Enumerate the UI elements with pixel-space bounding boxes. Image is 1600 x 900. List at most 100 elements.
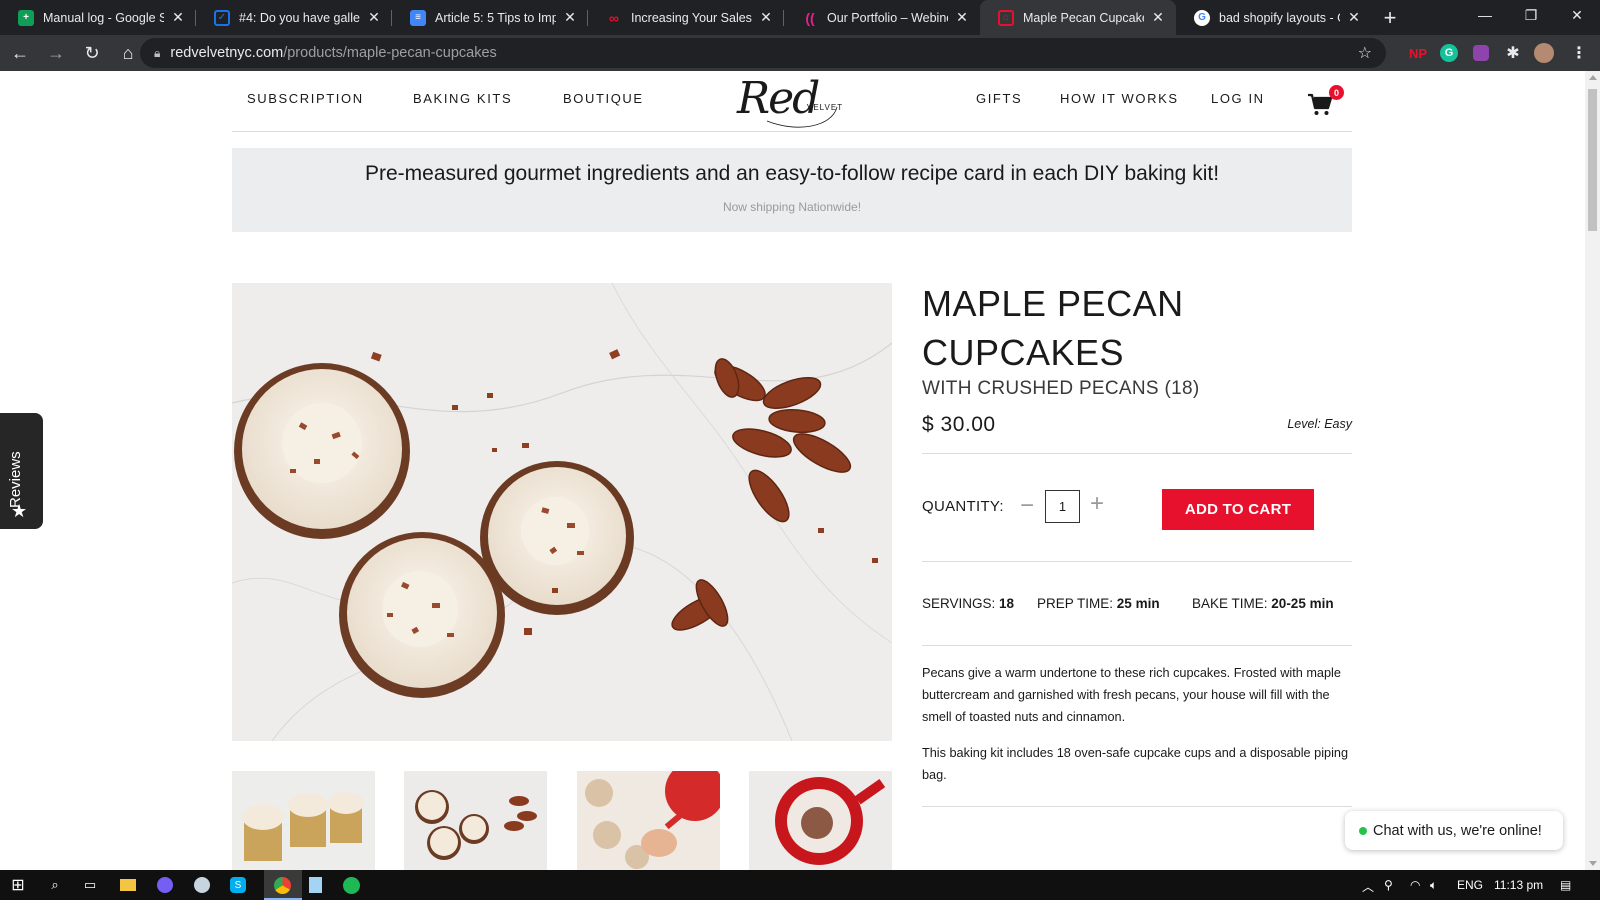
wifi-icon[interactable]: ◠ <box>1410 878 1420 892</box>
close-window-icon[interactable]: ✕ <box>1554 0 1600 30</box>
reviews-label: Reviews <box>7 451 24 508</box>
quantity-increase-button[interactable]: + <box>1090 490 1104 518</box>
bake-value: 20-25 min <box>1271 596 1334 611</box>
nav-subscription[interactable]: SUBSCRIPTION <box>247 91 364 106</box>
browser-tab[interactable]: ✓ #4: Do you have gallery ordering ✕ <box>196 0 392 35</box>
close-tab-icon[interactable]: ✕ <box>366 9 382 26</box>
browser-tab-active[interactable]: ⌂ Maple Pecan Cupcakes – Red Velvet ✕ <box>980 0 1176 35</box>
scrollbar-thumb[interactable] <box>1588 89 1597 231</box>
action-center-icon[interactable]: ▤ <box>1560 878 1571 892</box>
nav-how-it-works[interactable]: HOW IT WORKS <box>1060 91 1179 106</box>
sheets-icon: + <box>18 9 34 26</box>
minimize-icon[interactable]: — <box>1462 0 1508 30</box>
close-tab-icon[interactable]: ✕ <box>170 9 186 26</box>
url-path: /products/maple-pecan-cupcakes <box>283 45 497 61</box>
google-icon: G <box>1194 9 1210 26</box>
window-controls: — ❐ ✕ <box>1462 0 1600 30</box>
nav-baking-kits[interactable]: BAKING KITS <box>413 91 512 106</box>
browser-tab-bar: + Manual log - Google Sheets ✕ ✓ #4: Do … <box>0 0 1600 35</box>
web-page: SUBSCRIPTION BAKING KITS BOUTIQUE Red VE… <box>0 71 1585 870</box>
quantity-input[interactable] <box>1045 490 1080 523</box>
browser-tab[interactable]: ≡ Article 5: 5 Tips to Improve ✕ <box>392 0 588 35</box>
promo-banner: Pre-measured gourmet ingredients and an … <box>232 148 1352 232</box>
nav-gifts[interactable]: GIFTS <box>976 91 1022 106</box>
file-explorer-icon[interactable] <box>118 875 138 895</box>
page-scrollbar[interactable] <box>1585 71 1600 870</box>
volume-icon[interactable]: 🔈︎ <box>1430 878 1437 893</box>
np-extension-icon[interactable]: NP <box>1405 40 1431 66</box>
reviews-side-tab[interactable]: Reviews ★ <box>0 413 43 529</box>
close-tab-icon[interactable]: ✕ <box>1150 9 1166 26</box>
add-to-cart-button[interactable]: ADD TO CART <box>1162 489 1314 530</box>
thumbnail-photo <box>404 771 548 870</box>
network-sharing-icon[interactable]: ⚲ <box>1384 878 1393 892</box>
thumbnail-red-bowl[interactable] <box>748 771 892 870</box>
cart-button[interactable]: 0 <box>1307 85 1344 119</box>
task-view-icon[interactable]: ▭ <box>80 875 100 895</box>
purple-extension-icon[interactable] <box>1468 40 1494 66</box>
product-thumbnails <box>232 771 892 870</box>
close-tab-icon[interactable]: ✕ <box>954 9 970 26</box>
viber-icon[interactable] <box>155 875 175 895</box>
nav-boutique[interactable]: BOUTIQUE <box>563 91 644 106</box>
tab-title: Our Portfolio – Webinopoly <box>827 10 948 25</box>
lock-icon[interactable]: 🔒︎ <box>154 46 160 61</box>
browser-tab[interactable]: + Manual log - Google Sheets ✕ <box>0 0 196 35</box>
tab-title: #4: Do you have gallery ordering <box>239 10 360 25</box>
quantity-row: QUANTITY: − + ADD TO CART <box>922 454 1352 562</box>
tab-title: Maple Pecan Cupcakes – Red Velvet <box>1023 10 1144 25</box>
quantity-decrease-button[interactable]: − <box>1020 492 1034 520</box>
nav-log-in[interactable]: LOG IN <box>1211 91 1265 106</box>
site-logo[interactable]: Red VELVET <box>737 71 847 131</box>
grammarly-extension-icon[interactable]: G <box>1436 40 1462 66</box>
search-icon[interactable]: ⌕ <box>45 875 65 895</box>
redvelvet-icon: ⌂ <box>998 9 1014 26</box>
chrome-icon[interactable] <box>272 875 292 895</box>
steam-icon[interactable] <box>192 875 212 895</box>
puzzle-extensions-icon[interactable]: ✱ <box>1500 40 1526 66</box>
browser-tab[interactable]: ∞ Increasing Your Sales by ✕ <box>588 0 784 35</box>
restore-icon[interactable]: ❐ <box>1508 0 1554 30</box>
system-clock[interactable]: 11:13 pm <box>1494 878 1543 892</box>
thumbnail-mixing[interactable] <box>576 771 720 870</box>
bake-time-stat: BAKE TIME: 20-25 min <box>1192 596 1334 611</box>
servings-stat: SERVINGS: 18 <box>922 596 1014 611</box>
address-bar[interactable]: 🔒︎ redvelvetnyc.com/products/maple-pecan… <box>140 38 1386 68</box>
close-tab-icon[interactable]: ✕ <box>758 9 774 26</box>
star-icon: ★ <box>11 501 28 521</box>
prep-value: 25 min <box>1116 596 1160 611</box>
tab-title: Increasing Your Sales by <box>631 10 752 25</box>
level-value: Easy <box>1324 417 1352 431</box>
thumbnail-cupcake-cups[interactable] <box>232 771 375 870</box>
chat-widget[interactable]: Chat with us, we're online! <box>1345 811 1563 850</box>
forward-arrow-icon[interactable]: → <box>40 37 72 69</box>
product-title-line2: CUPCAKES <box>922 332 1125 373</box>
spotify-icon[interactable] <box>341 875 361 895</box>
tray-chevron-icon[interactable]: ︿ <box>1362 878 1374 895</box>
windows-start-icon[interactable]: ⊞ <box>8 875 28 895</box>
browser-tab[interactable]: G bad shopify layouts - Google Search ✕ <box>1176 0 1372 35</box>
description-text: Pecans give a warm undertone to these ri… <box>922 666 1341 724</box>
profile-avatar[interactable] <box>1531 40 1557 66</box>
product-hero-image[interactable] <box>232 283 892 741</box>
thumbnail-top-view[interactable] <box>404 771 548 870</box>
reload-icon[interactable]: ↻ <box>76 37 108 69</box>
new-tab-button[interactable]: + <box>1372 0 1408 35</box>
thumbnail-photo <box>232 771 375 870</box>
cart-icon <box>1308 93 1333 115</box>
site-header: SUBSCRIPTION BAKING KITS BOUTIQUE Red VE… <box>232 71 1352 132</box>
language-indicator[interactable]: ENG <box>1457 878 1483 892</box>
close-tab-icon[interactable]: ✕ <box>1346 9 1362 26</box>
cart-count-badge: 0 <box>1329 85 1344 100</box>
banner-headline: Pre-measured gourmet ingredients and an … <box>364 162 1220 185</box>
notepad-icon[interactable] <box>305 875 325 895</box>
browser-tab[interactable]: (( Our Portfolio – Webinopoly ✕ <box>784 0 980 35</box>
chat-label: Chat with us, we're online! <box>1373 822 1542 839</box>
bookmark-star-icon[interactable]: ☆ <box>1358 43 1372 63</box>
close-tab-icon[interactable]: ✕ <box>562 9 578 26</box>
product-price: $ 30.00 <box>922 413 996 436</box>
back-arrow-icon[interactable]: ← <box>4 37 36 69</box>
skype-icon[interactable]: S <box>228 875 248 895</box>
hero-photo <box>232 283 892 741</box>
menu-kebab-icon[interactable]: ⋮ <box>1566 40 1592 66</box>
